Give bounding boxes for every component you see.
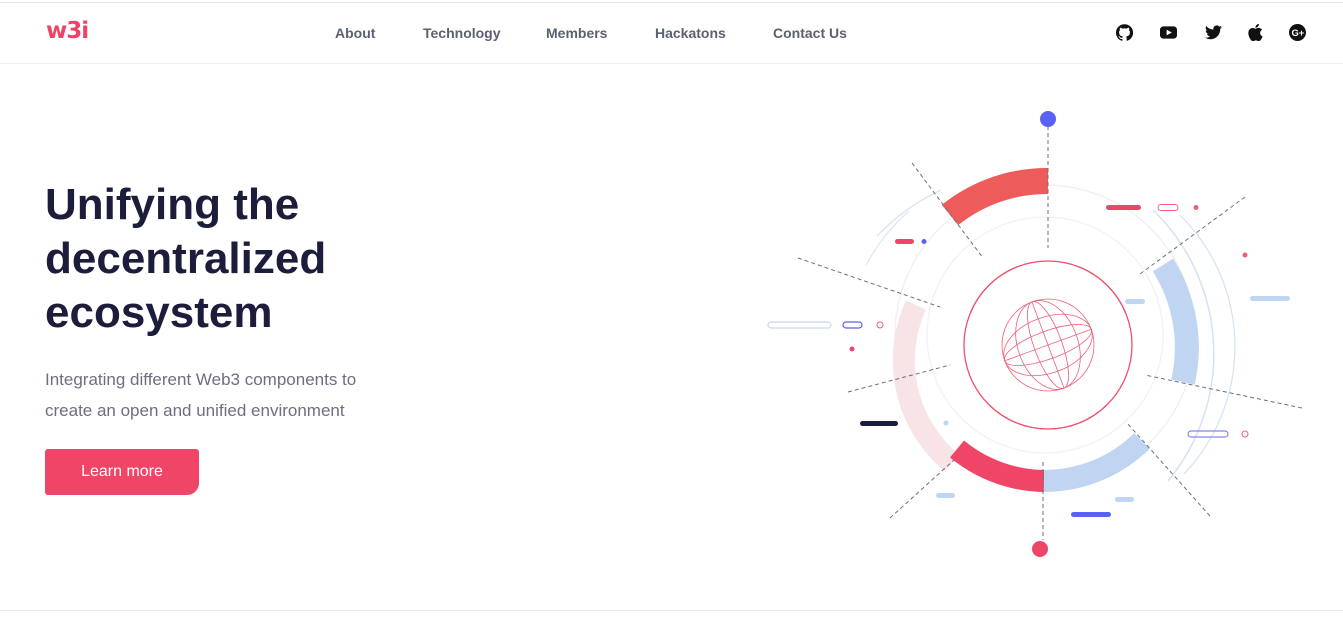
- apple-icon[interactable]: [1246, 23, 1264, 41]
- google-plus-icon[interactable]: G+: [1288, 23, 1306, 41]
- section-divider: [0, 610, 1343, 611]
- top-dot: [1040, 111, 1056, 127]
- ring-segment-blue-bottom: [1043, 432, 1150, 492]
- hero-title: Unifying the decentralized ecosystem: [45, 178, 445, 340]
- hero-subtitle: Integrating different Web3 components to…: [45, 364, 405, 426]
- nav-contact-us[interactable]: Contact Us: [773, 25, 847, 41]
- nav-members[interactable]: Members: [546, 25, 607, 41]
- hero-title-line-1: Unifying the: [45, 180, 300, 229]
- outer-arc-left: [876, 189, 942, 237]
- ring-segment-red: [950, 440, 1045, 492]
- hero-subtitle-line-2: create an open and unified environment: [45, 401, 345, 420]
- ring-segment-blue-right: [1152, 258, 1199, 385]
- brand-logo[interactable]: w3i: [46, 17, 89, 45]
- globe-icon: [1001, 298, 1095, 392]
- nav-hackatons[interactable]: Hackatons: [655, 25, 726, 41]
- github-icon[interactable]: [1115, 23, 1133, 41]
- hero-title-line-2: decentralized: [45, 234, 327, 283]
- hero-subtitle-line-1: Integrating different Web3 components to: [45, 370, 357, 389]
- outer-arc-left-2: [865, 210, 910, 266]
- bottom-dot: [1032, 541, 1048, 557]
- nav-technology[interactable]: Technology: [423, 25, 501, 41]
- site-header: w3i About Technology Members Hackatons C…: [0, 3, 1343, 64]
- hero-title-line-3: ecosystem: [45, 288, 273, 337]
- twitter-icon[interactable]: [1204, 23, 1222, 41]
- ring-segment-coral: [941, 167, 1049, 226]
- ecosystem-illustration: [767, 111, 1303, 557]
- svg-text:G+: G+: [1291, 27, 1304, 38]
- nav-about[interactable]: About: [335, 25, 375, 41]
- mid-ring: [926, 216, 1164, 454]
- learn-more-button[interactable]: Learn more: [45, 449, 199, 495]
- youtube-icon[interactable]: [1159, 23, 1177, 41]
